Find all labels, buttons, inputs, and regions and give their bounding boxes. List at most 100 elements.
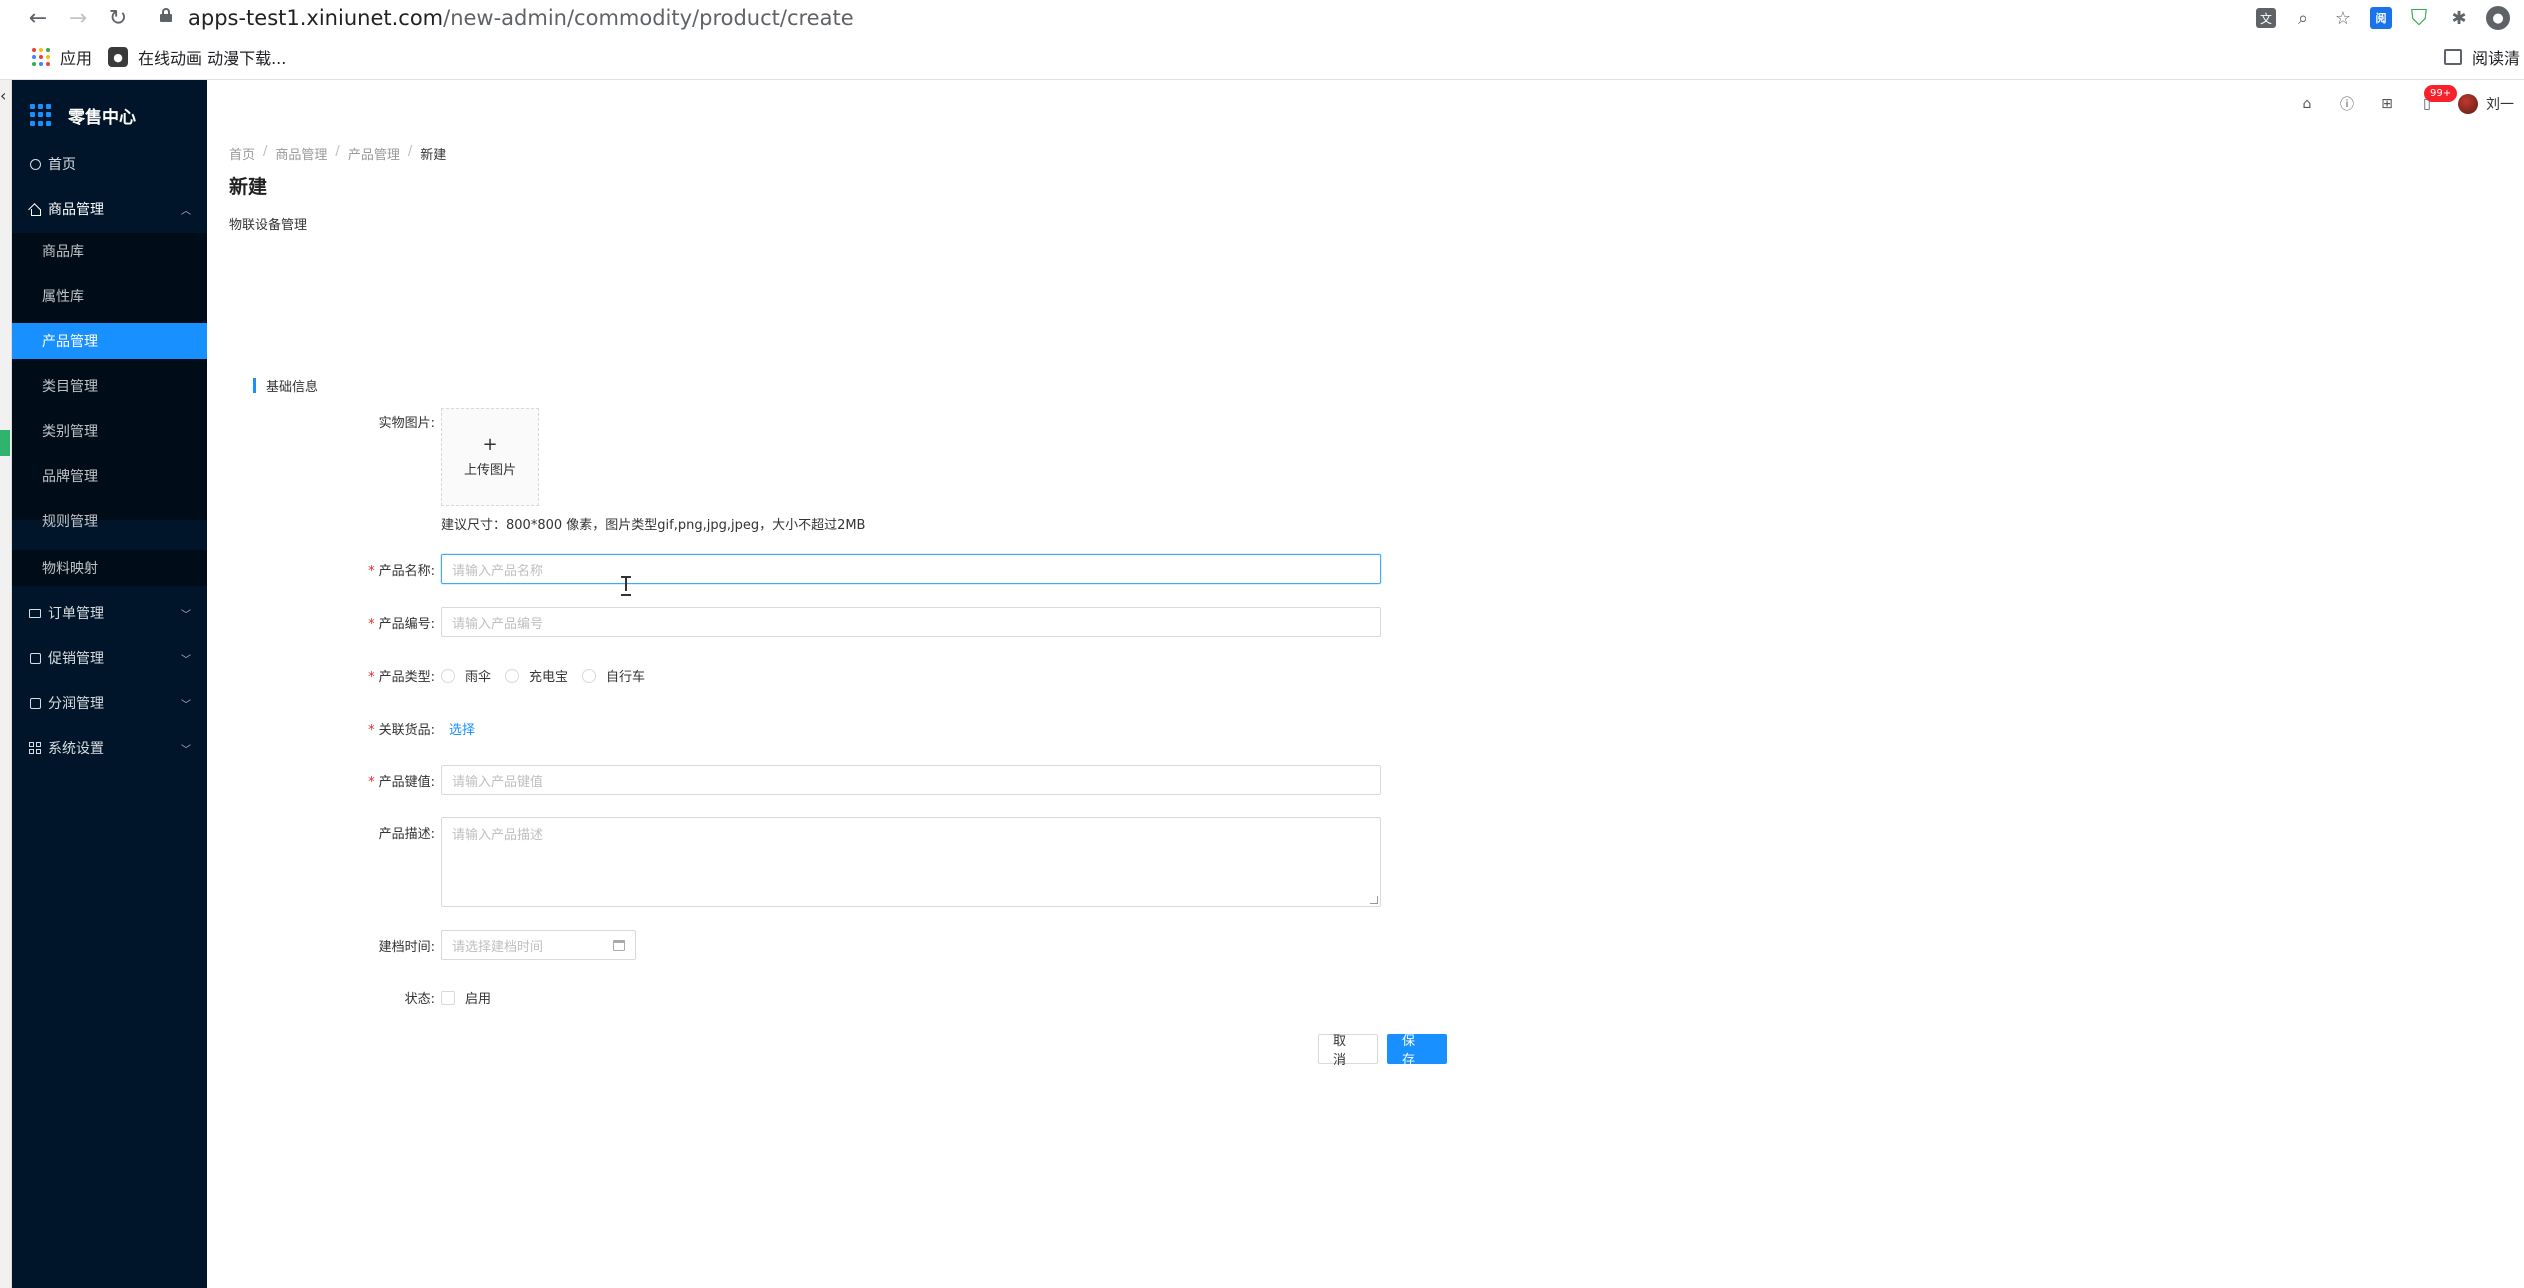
sidebar-item-label: 订单管理 bbox=[48, 606, 104, 622]
browser-right-icons: 文 ⌕ ☆ 阅 ⛉ ✱ ● bbox=[2256, 2, 2510, 34]
reading-list-label: 阅读清 bbox=[2471, 49, 2520, 68]
product-description-textarea[interactable]: 请输入产品描述 bbox=[441, 817, 1381, 907]
sidebar-subitem-type-management[interactable]: 类别管理 bbox=[12, 413, 207, 449]
chevron-down-icon: ﹀ bbox=[181, 609, 191, 621]
sidebar-item-promotion[interactable]: 促销管理 ﹀ bbox=[12, 638, 207, 678]
user-menu[interactable]: 刘一 bbox=[2458, 94, 2514, 114]
user-name: 刘一 bbox=[2486, 97, 2514, 113]
breadcrumb-separator: / bbox=[263, 144, 268, 159]
sidebar-item-home[interactable]: 首页 bbox=[12, 144, 207, 184]
app-title: 零售中心 bbox=[68, 107, 136, 128]
sidebar-item-system-settings[interactable]: 系统设置 ﹀ bbox=[12, 728, 207, 768]
reading-list[interactable]: 阅读清 bbox=[2443, 42, 2524, 72]
required-mark: * bbox=[368, 617, 375, 632]
resize-handle-icon[interactable] bbox=[1370, 896, 1378, 904]
radio-circle[interactable] bbox=[505, 668, 520, 683]
status-enable-checkbox[interactable]: 启用 bbox=[441, 988, 491, 1007]
extension-blue-icon[interactable]: 阅 bbox=[2370, 7, 2392, 29]
image-label-text: 实物图片: bbox=[378, 416, 435, 431]
sidebar-subitem-category-management[interactable]: 类目管理 bbox=[12, 368, 207, 404]
bookmarks-bar: 应用 ● 在线动画 动漫下载... 阅读清 bbox=[0, 42, 2524, 72]
checkbox-box[interactable] bbox=[441, 990, 455, 1005]
sidebar-item-profit-sharing[interactable]: 分润管理 ﹀ bbox=[12, 683, 207, 723]
apps-icon[interactable]: ⊞ bbox=[2378, 95, 2396, 113]
breadcrumb-product[interactable]: 产品管理 bbox=[348, 144, 400, 163]
breadcrumb-home[interactable]: 首页 bbox=[229, 144, 255, 163]
reload-icon[interactable]: ↻ bbox=[102, 2, 134, 34]
sidebar-item-label: 系统设置 bbox=[48, 741, 104, 757]
sidebar-item-label: 分润管理 bbox=[48, 696, 104, 712]
extension-shield-icon[interactable]: ⛉ bbox=[2406, 5, 2432, 31]
bookmark-label: 应用 bbox=[60, 49, 93, 68]
anime-favicon-icon: ● bbox=[108, 47, 128, 67]
profile-icon[interactable]: ● bbox=[2486, 6, 2510, 30]
radio-circle[interactable] bbox=[582, 668, 597, 683]
sidebar-item-label: 促销管理 bbox=[48, 651, 104, 667]
extensions-puzzle-icon[interactable]: ✱ bbox=[2446, 5, 2472, 31]
breadcrumb: 首页 / 商品管理 / 产品管理 / 新建 bbox=[229, 144, 446, 163]
required-mark: * bbox=[368, 564, 375, 579]
page-subtitle: 物联设备管理 bbox=[229, 218, 308, 233]
sidebar-item-commodity[interactable]: 商品管理 ︿ bbox=[12, 189, 207, 229]
sidebar: 零售中心 首页 商品管理 ︿ 商品库 属性库 产品管理 类目管理 类别管理 品牌… bbox=[12, 80, 207, 1288]
sidebar-subitem-material-mapping[interactable]: 物料映射 bbox=[12, 550, 207, 586]
mail-icon bbox=[28, 606, 42, 620]
breadcrumb-commodity[interactable]: 商品管理 bbox=[275, 144, 327, 163]
submenu-commodity: 商品库 属性库 产品管理 类目管理 类别管理 品牌管理 规则管理 bbox=[12, 233, 207, 530]
bell-icon[interactable]: ▯ 99+ bbox=[2418, 85, 2458, 113]
product-key-input[interactable]: 请输入产品键值 bbox=[441, 765, 1381, 795]
sidebar-subitem-label: 类目管理 bbox=[42, 379, 98, 395]
cancel-button[interactable]: 取 消 bbox=[1318, 1034, 1378, 1068]
main-area: ⌂ ⓘ ⊞ ▯ 99+ 刘一 首页 / 商品管理 / 产品管理 / 新建 新建 … bbox=[207, 80, 2524, 1288]
chevron-down-icon: ﹀ bbox=[181, 699, 191, 711]
radio-power-bank[interactable]: 充电宝 bbox=[505, 666, 568, 685]
save-button[interactable]: 保 存 bbox=[1387, 1034, 1447, 1068]
radio-label: 充电宝 bbox=[529, 670, 569, 685]
product-code-input[interactable]: 请输入产品编号 bbox=[441, 607, 1381, 637]
star-icon[interactable]: ☆ bbox=[2330, 5, 2356, 31]
zoom-icon[interactable]: ⌕ bbox=[2290, 5, 2316, 31]
page-header: 首页 / 商品管理 / 产品管理 / 新建 新建 物联设备管理 bbox=[207, 128, 2524, 324]
status-label: 状态: bbox=[295, 988, 435, 1007]
bookmark-apps[interactable]: 应用 bbox=[32, 42, 92, 72]
logo-grid-icon bbox=[30, 104, 52, 126]
desc-placeholder: 请输入产品描述 bbox=[452, 828, 544, 843]
address-bar[interactable]: apps-test1.xiniunet.com/new-admin/commod… bbox=[188, 4, 854, 32]
translate-icon[interactable]: 文 bbox=[2256, 8, 2276, 28]
sidebar-subitem-goods-library[interactable]: 商品库 bbox=[12, 233, 207, 269]
upload-image-button[interactable]: + 上传图片 bbox=[441, 408, 539, 506]
radio-bicycle[interactable]: 自行车 bbox=[582, 666, 645, 685]
url-host: apps-test1.xiniunet.com bbox=[188, 6, 444, 30]
required-mark: * bbox=[368, 775, 375, 790]
select-goods-link[interactable]: 选择 bbox=[449, 719, 475, 738]
url-path: /new-admin/commodity/product/create bbox=[443, 6, 854, 30]
help-icon[interactable]: ⓘ bbox=[2338, 95, 2356, 113]
page-title: 新建 bbox=[229, 176, 268, 198]
radio-umbrella[interactable]: 雨伞 bbox=[441, 666, 491, 685]
grid-icon bbox=[28, 741, 42, 755]
time-label-text: 建档时间: bbox=[378, 940, 435, 955]
checkbox-label: 启用 bbox=[465, 992, 492, 1007]
radio-circle[interactable] bbox=[441, 668, 455, 683]
forward-arrow-icon[interactable]: → bbox=[62, 2, 94, 34]
sidebar-subitem-rule-management[interactable]: 规则管理 bbox=[12, 503, 207, 539]
create-date-picker[interactable]: 请选择建档时间 bbox=[441, 930, 636, 960]
sidebar-subitem-label: 物料映射 bbox=[42, 561, 98, 577]
sidebar-subitem-attribute-library[interactable]: 属性库 bbox=[12, 278, 207, 314]
section-title-text: 基础信息 bbox=[266, 380, 319, 395]
back-arrow-icon[interactable]: ← bbox=[22, 2, 54, 34]
bookmark-anime[interactable]: ● 在线动画 动漫下载... bbox=[108, 42, 286, 72]
form-card: 基础信息 实物图片: + 上传图片 建议尺寸：800*800 像素，图片类型gi… bbox=[207, 324, 2524, 1288]
product-name-input[interactable]: 请输入产品名称 bbox=[441, 554, 1381, 584]
sidebar-subitem-brand-management[interactable]: 品牌管理 bbox=[12, 458, 207, 494]
sidebar-logo[interactable]: 零售中心 bbox=[30, 100, 136, 130]
chevron-down-icon: ﹀ bbox=[181, 654, 191, 666]
sidebar-subitem-product-management[interactable]: 产品管理 bbox=[12, 323, 207, 359]
breadcrumb-separator: / bbox=[335, 144, 340, 159]
sidebar-item-label: 商品管理 bbox=[48, 202, 104, 218]
home-shortcut-icon[interactable]: ⌂ bbox=[2298, 95, 2316, 113]
image-label: 实物图片: bbox=[295, 412, 435, 431]
chevron-left-icon: ‹ bbox=[0, 86, 7, 105]
bookmark-label: 在线动画 动漫下载... bbox=[138, 49, 287, 68]
sidebar-item-orders[interactable]: 订单管理 ﹀ bbox=[12, 593, 207, 633]
